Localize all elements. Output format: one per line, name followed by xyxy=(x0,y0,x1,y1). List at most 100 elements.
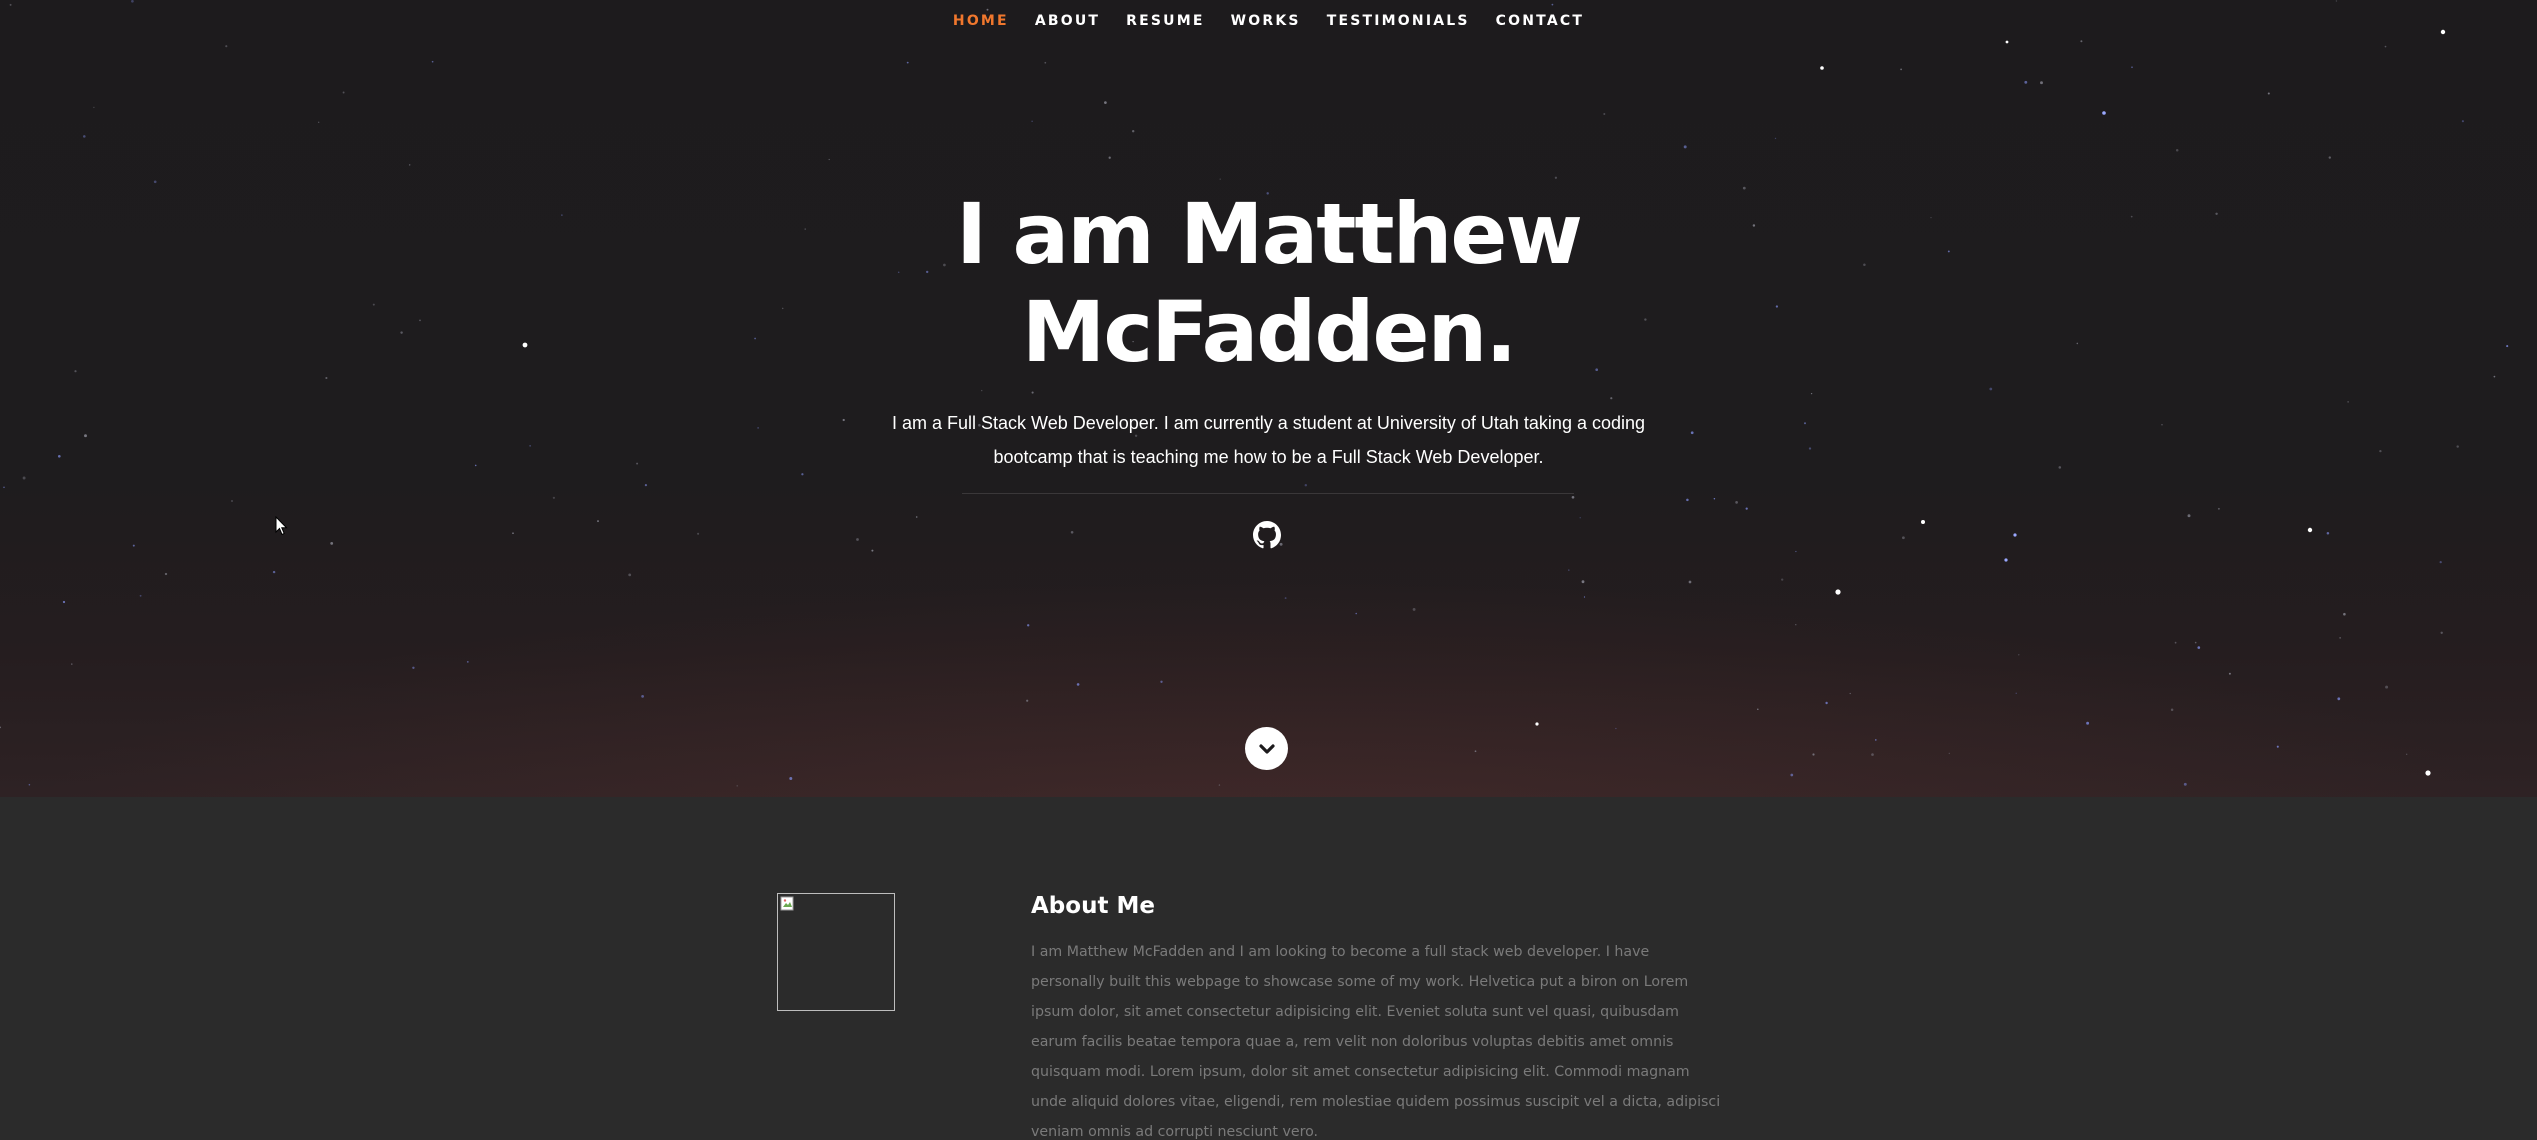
headline-line-2: McFadden. xyxy=(1021,283,1517,381)
star xyxy=(628,573,632,577)
star xyxy=(1581,580,1585,584)
star xyxy=(512,532,514,535)
star xyxy=(2175,149,2179,152)
star xyxy=(2015,692,2017,694)
star xyxy=(408,164,411,166)
star xyxy=(22,476,26,480)
star xyxy=(1774,137,1777,140)
star xyxy=(93,106,95,109)
star xyxy=(1027,624,1030,627)
scroll-down-button[interactable] xyxy=(1245,727,1288,770)
star xyxy=(529,445,531,447)
star xyxy=(2187,514,2191,518)
star xyxy=(225,45,228,48)
star xyxy=(1076,683,1080,686)
nav-home[interactable]: HOME xyxy=(940,0,1022,42)
nav-testimonials[interactable]: TESTIMONIALS xyxy=(1314,0,1483,42)
star xyxy=(1835,589,1841,595)
star xyxy=(431,60,434,63)
star xyxy=(2328,156,2331,159)
star xyxy=(644,484,648,487)
star xyxy=(1757,708,1759,711)
star xyxy=(1690,431,1694,435)
about-section: About Me I am Matthew McFadden and I am … xyxy=(0,797,2537,1140)
star xyxy=(2194,641,2197,644)
star xyxy=(736,785,738,787)
mouse-cursor-icon xyxy=(275,516,288,536)
star xyxy=(1874,739,1877,741)
star xyxy=(2347,401,2349,403)
star xyxy=(915,516,918,518)
star xyxy=(1795,624,1797,626)
star xyxy=(1412,607,1416,611)
star xyxy=(1804,422,1806,425)
star xyxy=(1683,145,1687,149)
star xyxy=(1579,517,1581,519)
star xyxy=(1989,387,1993,391)
star xyxy=(28,783,31,786)
star xyxy=(2339,637,2341,639)
nav-about[interactable]: ABOUT xyxy=(1022,0,1113,42)
star xyxy=(552,496,556,499)
star xyxy=(871,549,874,552)
star xyxy=(139,594,142,597)
star xyxy=(318,121,320,123)
star xyxy=(1571,495,1575,499)
star xyxy=(2406,753,2408,755)
star xyxy=(636,462,639,465)
star xyxy=(71,663,73,665)
about-title: About Me xyxy=(1031,893,1155,919)
star xyxy=(2086,721,2090,725)
star xyxy=(1812,753,1815,756)
star xyxy=(1535,722,1539,726)
star xyxy=(597,520,599,523)
star xyxy=(789,777,793,780)
star xyxy=(2183,782,2187,786)
github-link[interactable] xyxy=(1253,521,1281,549)
star xyxy=(1132,130,1135,133)
star xyxy=(2040,81,2043,85)
star xyxy=(1108,156,1111,159)
star xyxy=(1610,397,1613,400)
star xyxy=(466,661,469,663)
star xyxy=(2228,672,2231,675)
star xyxy=(2174,641,2177,644)
star xyxy=(1583,596,1586,598)
star xyxy=(2170,708,2174,712)
star xyxy=(1921,520,1925,524)
star xyxy=(2385,685,2389,689)
main-nav: HOME ABOUT RESUME WORKS TESTIMONIALS CON… xyxy=(0,0,2537,42)
star xyxy=(1790,773,1794,777)
star xyxy=(856,538,859,541)
nav-resume[interactable]: RESUME xyxy=(1113,0,1218,42)
star xyxy=(1795,550,1797,553)
hero-intro: I am a Full Stack Web Developer. I am cu… xyxy=(891,413,1646,467)
star xyxy=(842,418,845,422)
star xyxy=(2379,449,2382,453)
star xyxy=(1781,578,1784,581)
hero-headline: I am Matthew McFadden. xyxy=(0,185,2537,381)
star xyxy=(272,570,276,574)
star xyxy=(697,532,700,535)
nav-works[interactable]: WORKS xyxy=(1218,0,1314,42)
star xyxy=(1160,680,1163,683)
star xyxy=(342,91,345,94)
star xyxy=(2439,560,2442,564)
star xyxy=(906,61,909,64)
star xyxy=(641,695,644,698)
star xyxy=(2131,66,2133,69)
star xyxy=(2276,745,2279,748)
star xyxy=(1849,692,1851,695)
star xyxy=(1474,750,1477,753)
nav-contact[interactable]: CONTACT xyxy=(1483,0,1597,42)
page: HOME ABOUT RESUME WORKS TESTIMONIALS CON… xyxy=(0,0,2537,1140)
star xyxy=(2004,558,2008,562)
star xyxy=(2384,45,2387,48)
broken-image-icon xyxy=(780,896,794,911)
star xyxy=(1026,699,1029,702)
star xyxy=(1218,784,1221,786)
star xyxy=(2197,646,2201,649)
profile-picture xyxy=(777,893,895,1011)
star xyxy=(62,600,66,604)
star xyxy=(801,473,804,476)
